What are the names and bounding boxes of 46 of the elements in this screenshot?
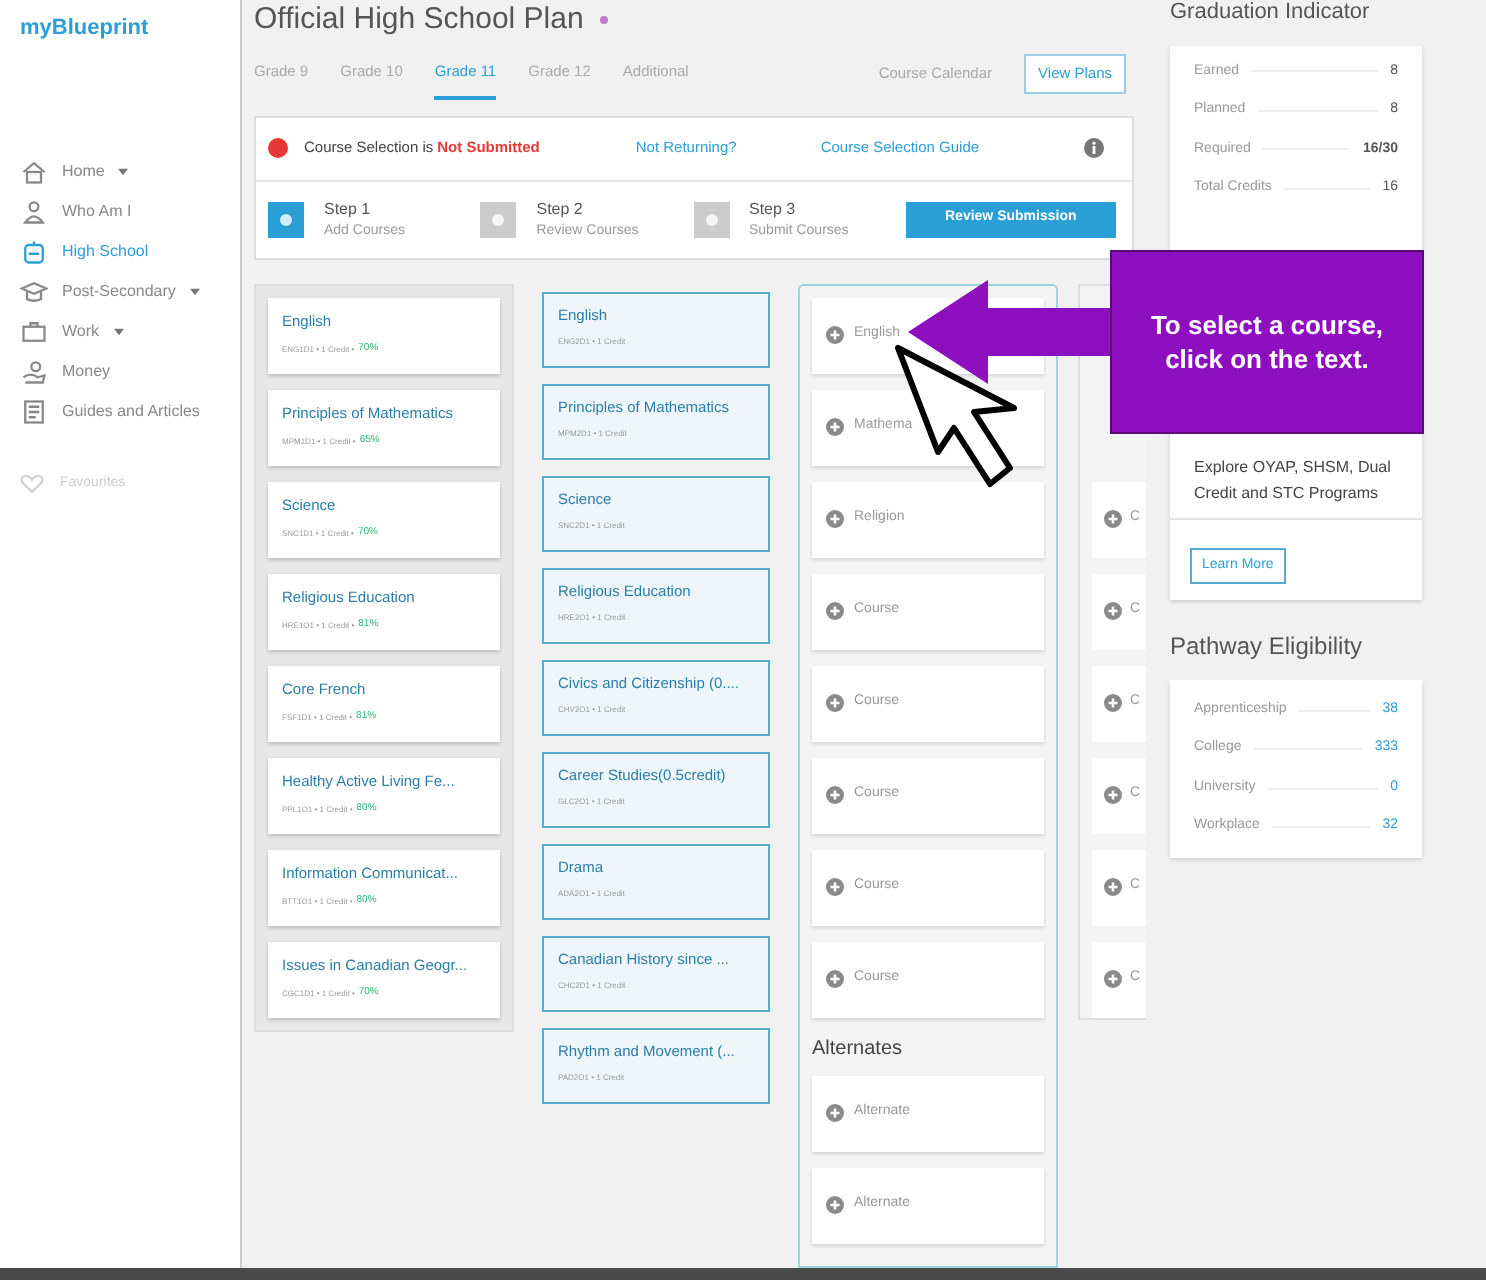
nav-item[interactable]: Money xyxy=(20,357,220,385)
plus-circle-icon xyxy=(826,326,844,344)
plus-circle-icon xyxy=(826,694,844,712)
nav-item[interactable]: Guides and Articles xyxy=(20,397,220,425)
person-icon xyxy=(20,197,48,225)
caret-icon xyxy=(113,327,124,335)
page-title: Official High School Plan xyxy=(254,0,584,40)
plus-circle-icon xyxy=(1104,878,1122,896)
pathway-title: Pathway Eligibility xyxy=(1170,629,1365,664)
briefcase-icon xyxy=(20,317,48,345)
plus-circle-icon xyxy=(1104,786,1122,804)
heart-icon xyxy=(20,473,44,494)
nav-item[interactable]: Home xyxy=(20,157,220,185)
plus-circle-icon xyxy=(826,602,844,620)
plus-circle-icon xyxy=(1104,602,1122,620)
plus-circle-icon xyxy=(826,786,844,804)
step-title: Step 1 xyxy=(324,197,373,219)
plus-circle-icon xyxy=(1104,694,1122,712)
plus-circle-icon xyxy=(1104,510,1122,528)
nav-item[interactable]: Post-Secondary xyxy=(20,277,220,305)
caret-icon xyxy=(118,167,129,175)
nav-item[interactable]: Work xyxy=(20,317,220,345)
caret-icon xyxy=(189,287,200,295)
status-indicator xyxy=(268,138,288,158)
alternates-heading: Alternates xyxy=(812,1035,905,1063)
info-icon[interactable] xyxy=(1084,138,1104,158)
hand-coin-icon xyxy=(20,357,48,385)
callout-text: To select a course, xyxy=(1150,308,1384,342)
plus-circle-icon xyxy=(826,418,844,436)
graduation-title: Graduation Indicator xyxy=(1170,0,1372,28)
plus-circle-icon xyxy=(1104,970,1122,988)
explore-text: Explore OYAP, SHSM, Dual Credit and STC Programs xyxy=(1194,455,1393,505)
plus-circle-icon xyxy=(826,970,844,988)
callout-text: click on the text. xyxy=(1165,342,1369,376)
plus-circle-icon xyxy=(826,1104,844,1122)
brand-logo[interactable]: myBlueprint xyxy=(20,12,220,45)
plus-circle-icon xyxy=(826,878,844,896)
step-title: Step 3 xyxy=(749,197,798,219)
nav-item[interactable]: High School xyxy=(20,237,220,265)
book-icon xyxy=(20,397,48,425)
plus-circle-icon xyxy=(826,510,844,528)
nav-item[interactable]: Who Am I xyxy=(20,197,220,225)
plus-circle-icon xyxy=(826,1196,844,1214)
graduation-cap-icon xyxy=(20,277,48,305)
step-title: Step 2 xyxy=(536,197,585,219)
house-icon xyxy=(20,157,48,185)
